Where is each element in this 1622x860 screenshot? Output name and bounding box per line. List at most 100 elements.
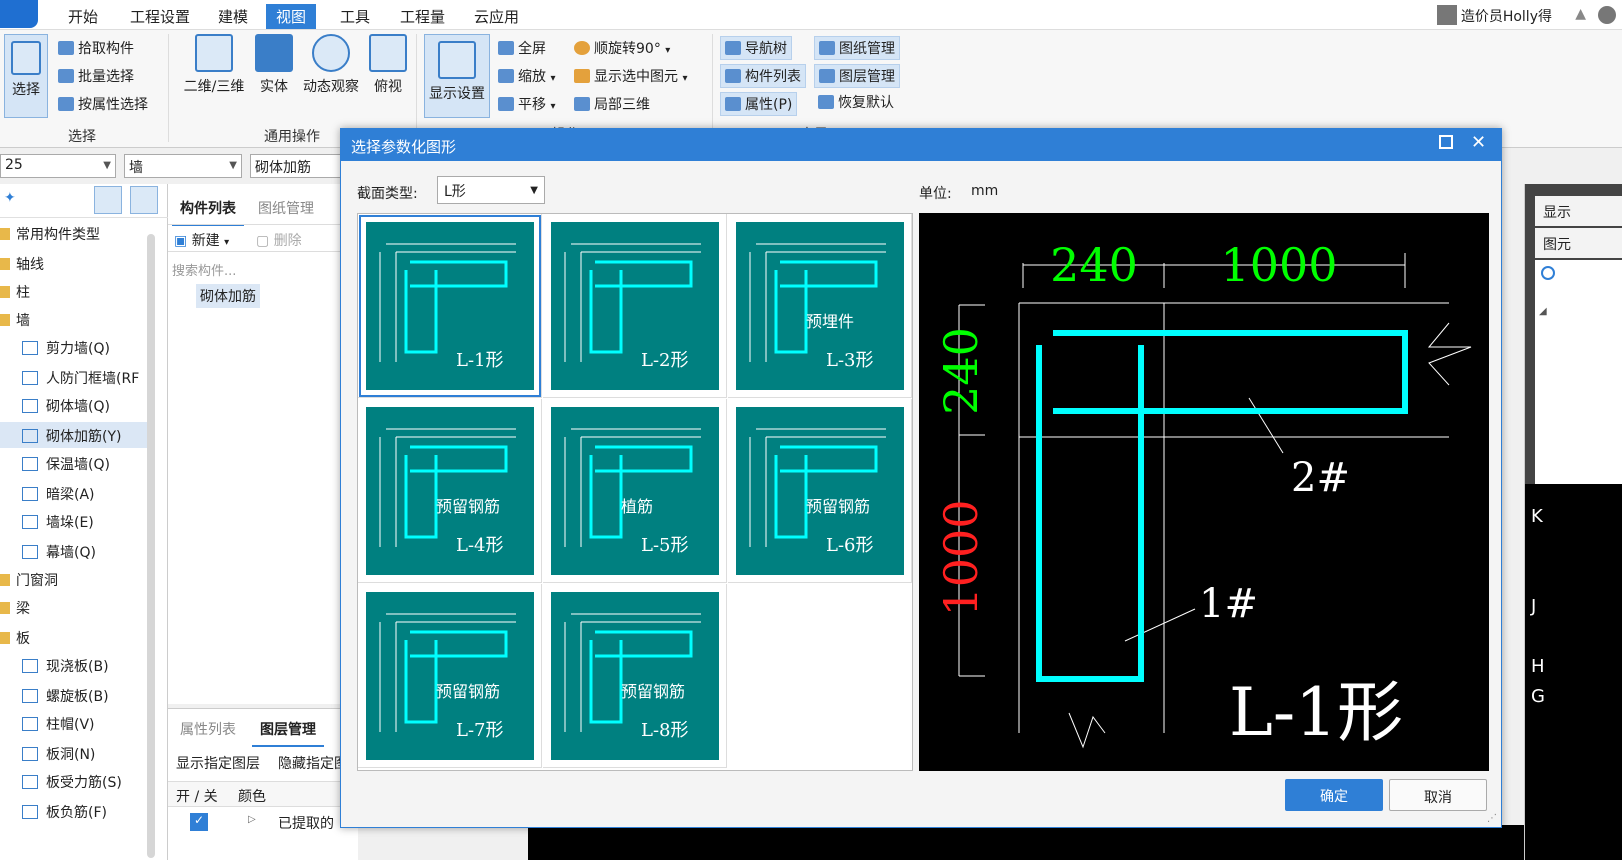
pan-button[interactable]: 平移 ▾ <box>498 94 555 114</box>
properties-button[interactable]: 属性(P) <box>720 92 798 116</box>
batch-select-button[interactable]: 批量选择 <box>58 66 134 86</box>
display-settings-icon <box>438 41 476 79</box>
tree-item[interactable]: 柱帽(V) <box>0 710 150 736</box>
tree-item[interactable]: 剪力墙(Q) <box>0 334 150 360</box>
tree-item[interactable]: 人防门框墙(RF <box>0 364 150 390</box>
tree-folder[interactable]: 常用构件类型 <box>0 220 150 246</box>
local-3d-button[interactable]: 局部三维 <box>574 94 650 114</box>
tree-item[interactable]: 板受力筋(S) <box>0 768 150 794</box>
select-by-attribute-button[interactable]: 按属性选择 <box>58 94 148 114</box>
bell-icon[interactable]: ▲ <box>1575 6 1586 22</box>
section-type-select[interactable]: L形 ▼ <box>437 176 545 204</box>
nav-tree-label: 导航树 <box>745 41 787 57</box>
layer-manager-button[interactable]: 图层管理 <box>814 64 900 88</box>
menu-tools[interactable]: 工具 <box>340 6 370 27</box>
shape-option[interactable]: 预留钢筋 L-6形 <box>728 399 912 583</box>
search-input[interactable]: 搜索构件... <box>172 260 236 279</box>
tree-item[interactable]: 板负筋(F) <box>0 798 150 824</box>
user-name[interactable]: 造价员Holly得 <box>1436 5 1552 26</box>
restore-default-button[interactable]: 恢复默认 <box>818 92 894 112</box>
pick-component-button[interactable]: 拾取构件 <box>58 38 134 58</box>
table-row[interactable]: ✓ ▷ 已提取的 <box>168 809 358 835</box>
top-view-button[interactable]: 俯视 <box>368 34 408 96</box>
zoom-button[interactable]: 缩放 ▾ <box>498 66 555 86</box>
app-logo-icon[interactable] <box>0 0 38 28</box>
solid-button[interactable]: 实体 <box>254 34 294 96</box>
resize-grip-icon[interactable]: ⋰ <box>1487 813 1497 824</box>
tab-layer-manager[interactable]: 图层管理 <box>252 713 324 747</box>
show-selected-button[interactable]: 显示选中图元 ▾ <box>574 66 687 86</box>
general-group-label: 通用操作 <box>264 129 320 145</box>
tab-drawing-manager[interactable]: 图纸管理 <box>250 192 322 224</box>
tree-item[interactable]: 砌体墙(Q) <box>0 392 150 418</box>
floor-select[interactable]: 25 ▼ <box>0 154 116 178</box>
nav-tree-button[interactable]: 导航树 <box>720 36 792 60</box>
tree-item[interactable]: 板洞(N) <box>0 740 150 766</box>
tree-folder[interactable]: 板 <box>0 624 150 650</box>
tree-scrollbar[interactable] <box>147 234 155 858</box>
menu-project-settings[interactable]: 工程设置 <box>130 6 190 27</box>
help-icon[interactable] <box>1598 6 1616 24</box>
cancel-button[interactable]: 取消 <box>1389 779 1487 811</box>
tree-folder[interactable]: 梁 <box>0 594 150 620</box>
close-icon[interactable]: ✕ <box>1471 132 1486 153</box>
orbit-button[interactable]: 动态观察 <box>300 34 362 96</box>
tree-item-label: 暗梁(A) <box>46 487 95 503</box>
list-view-icon[interactable] <box>94 186 122 214</box>
new-button[interactable]: ▣ 新建 ▾ <box>174 230 229 250</box>
tree-item[interactable]: 螺旋板(B) <box>0 682 150 708</box>
select-button[interactable]: 选择 <box>4 34 48 118</box>
show-layer-button[interactable]: 显示指定图层 <box>176 753 260 773</box>
drawing-manager-button[interactable]: 图纸管理 <box>814 36 900 60</box>
type-value: 墙 <box>129 160 143 176</box>
tree-folder[interactable]: 墙 <box>0 306 150 332</box>
chevron-right-icon[interactable]: ▷ <box>248 814 256 825</box>
tree-item[interactable]: 砌体加筋(Y) <box>0 422 150 448</box>
menu-start[interactable]: 开始 <box>68 6 98 27</box>
tree-folder[interactable]: 门窗洞 <box>0 566 150 592</box>
shape-option[interactable]: 植筋 L-5形 <box>543 399 727 583</box>
parametric-shape-dialog: 选择参数化图形 ✕ 截面类型: L形 ▼ 单位: mm L-1形 L-2形 预埋件 L-… <box>340 128 1502 828</box>
tree-item[interactable]: 保温墙(Q) <box>0 450 150 476</box>
shape-option[interactable]: L-2形 <box>543 214 727 398</box>
attr-select-label: 按属性选择 <box>78 97 148 113</box>
shape-thumbnail: 预留钢筋 L-4形 <box>366 407 534 575</box>
delete-button[interactable]: ▢ 删除 <box>256 230 302 250</box>
menu-modeling[interactable]: 建模 <box>218 6 248 27</box>
fullscreen-button[interactable]: 全屏 <box>498 38 546 58</box>
tree-item[interactable]: 墙垛(E) <box>0 508 150 534</box>
ok-button[interactable]: 确定 <box>1285 779 1383 811</box>
display-settings-button[interactable]: 显示设置 <box>424 34 490 118</box>
list-item[interactable]: 砌体加筋 <box>196 284 260 308</box>
shape-option[interactable]: 预留钢筋 L-8形 <box>543 584 727 768</box>
checkbox-checked[interactable]: ✓ <box>190 813 208 831</box>
drawing-canvas[interactable] <box>528 825 1524 860</box>
dialog-titlebar[interactable]: 选择参数化图形 ✕ <box>341 129 1501 161</box>
shape-option[interactable]: 预留钢筋 L-7形 <box>358 584 542 768</box>
component-icon <box>22 371 38 385</box>
menu-cloud[interactable]: 云应用 <box>474 6 519 27</box>
tree-view-icon[interactable] <box>130 186 158 214</box>
tree-item[interactable]: 幕墙(Q) <box>0 538 150 564</box>
right-label-show: 显示 <box>1543 205 1571 221</box>
component-list-button[interactable]: 构件列表 <box>720 64 806 88</box>
expand-icon[interactable]: ✦ <box>4 190 16 206</box>
collapse-icon[interactable]: ◢ <box>1539 306 1547 317</box>
tree-item[interactable]: 现浇板(B) <box>0 652 150 678</box>
menu-quantity[interactable]: 工程量 <box>400 6 445 27</box>
menu-view[interactable]: 视图 <box>266 4 317 29</box>
radio-button[interactable] <box>1541 266 1555 280</box>
type-select[interactable]: 墙 ▼ <box>124 154 242 178</box>
tree-folder[interactable]: 轴线 <box>0 250 150 276</box>
shape-option[interactable]: 预留钢筋 L-4形 <box>358 399 542 583</box>
shape-option[interactable]: L-1形 <box>358 214 542 398</box>
maximize-icon[interactable] <box>1439 135 1453 149</box>
shape-option[interactable]: 预埋件 L-3形 <box>728 214 912 398</box>
2d-3d-button[interactable]: 二维/三维 <box>180 34 248 96</box>
rotate-90-button[interactable]: 顺旋转90° ▾ <box>574 38 670 58</box>
tree-item[interactable]: 暗梁(A) <box>0 480 150 506</box>
solid-label: 实体 <box>260 79 288 95</box>
tab-properties[interactable]: 属性列表 <box>172 713 244 745</box>
tree-folder[interactable]: 柱 <box>0 278 150 304</box>
tab-component-list[interactable]: 构件列表 <box>172 192 244 226</box>
